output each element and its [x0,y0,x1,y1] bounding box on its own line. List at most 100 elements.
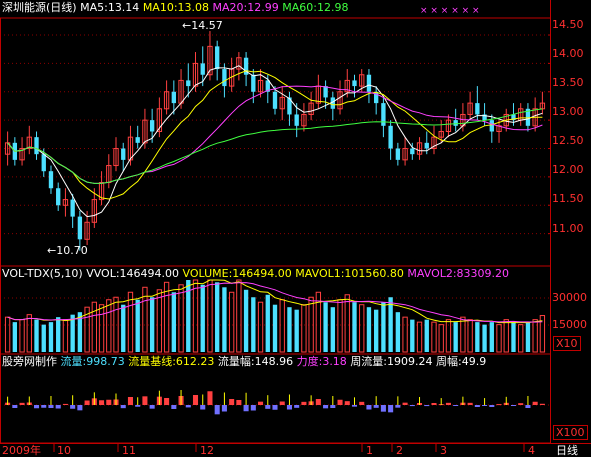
flow-bar [19,402,25,405]
volume-bars [4,279,546,353]
volume-bar [279,299,285,353]
candle-body [186,80,191,87]
price-tick-1250: 12.50 [552,134,584,147]
flow-bar [62,403,68,405]
price-tick-1100: 11.00 [552,222,584,235]
flow-bar [359,401,365,405]
flow-bar [164,398,170,405]
flow-bar [539,403,545,405]
flow-bar [106,399,112,405]
volume-bar [91,301,98,353]
volume-bar [511,322,516,352]
chart-canvas[interactable] [0,0,591,457]
candle-body [352,80,357,87]
flow-strength-label: 力度:3.18 [296,355,347,368]
ma10-label: MA10:13.08 [142,1,210,14]
flow-bar [84,400,90,405]
volume-bar [171,292,176,352]
volume-multiplier: X10 [553,336,581,351]
volume-bar [207,279,213,353]
volume-bar [482,324,487,352]
volume-bar [156,289,163,353]
price-tick-1200: 12.00 [552,163,584,176]
vvol-label: VVOL:146494.00 [86,267,180,280]
flow-bar [41,405,47,408]
volume-indicator-header: VOL-TDX(5,10) VVOL:146494.00 VOLUME:1464… [2,267,509,280]
flow-bar [250,405,256,411]
volume-bar [215,282,220,352]
volume-bar [301,304,307,353]
flow-bar [200,405,206,410]
flow-bar [265,405,271,409]
candle-body [135,137,140,143]
signal-markers: × × × × × × [420,6,480,16]
high-price-annotation: ←14.57 [182,19,223,32]
flow-bar [388,405,394,413]
mavol2-label: MAVOL2:83309.20 [407,267,510,280]
flow-bar [12,405,18,408]
flow-bar [192,395,199,405]
volume-bar [410,319,415,352]
volume-bar [257,301,264,353]
flow-bar [286,405,292,410]
flow-bar [525,405,531,408]
candle-body [41,154,46,172]
period-selector[interactable]: 日线 [556,444,578,457]
flow-bar [409,405,415,407]
candle-body [395,148,401,160]
candle-body [77,216,83,240]
flow-bar [171,405,177,409]
flow-bar [474,405,480,407]
vol-tdx-label: VOL-TDX(5,10) [2,267,83,280]
volume-bar [4,316,11,353]
flow-volume-label: 流量:998.73 [60,355,125,368]
volume-bar [337,299,343,353]
volume-tick-15000: 15000 [552,318,587,331]
volume-bar [48,322,54,352]
candle-body [294,114,299,126]
volume-bar [243,289,249,352]
candle-body [272,91,278,109]
volume-bar [127,291,134,353]
volume-bar [287,307,292,352]
flow-bar [127,397,133,405]
volume-bar [265,294,270,352]
candle-body [388,125,393,149]
flow-bar [301,401,307,405]
volume-bar [453,322,458,352]
volume-bar [251,297,256,352]
price-panel-frame [0,17,551,267]
flow-bar [279,401,285,405]
flow-bar [214,405,220,415]
volume-bar [525,322,531,352]
ma60-label: MA60:12.98 [282,1,349,14]
price-tick-1150: 11.50 [552,192,584,205]
candle-body [121,148,126,160]
volume-bar [366,307,372,352]
candle-body [48,171,54,189]
candle-body [34,137,39,155]
volume-bar [121,304,126,352]
flow-bar [518,403,524,405]
volume-bar [395,312,401,352]
volume-bar [56,317,61,352]
flow-bar [315,399,321,405]
volume-bar [200,284,205,352]
flow-bar [366,405,372,410]
volume-bar [460,316,466,353]
volume-bar [34,319,39,352]
volume-bar [272,304,278,352]
weekly-flow-label: 周流量:1909.24 [350,355,433,368]
volume-bar [438,324,444,353]
volume-bar [149,297,155,352]
candle-body [251,74,256,92]
flow-bar [185,405,191,408]
ma5-label: MA5:13.14 [80,1,140,14]
volume-bar [424,319,429,352]
flow-bar [431,403,437,405]
flow-bar [55,405,61,409]
stock-title: 深圳能源(日线) [2,1,77,14]
candle-body [453,120,458,126]
volume-bar [352,302,357,352]
volume-bar [294,309,299,352]
